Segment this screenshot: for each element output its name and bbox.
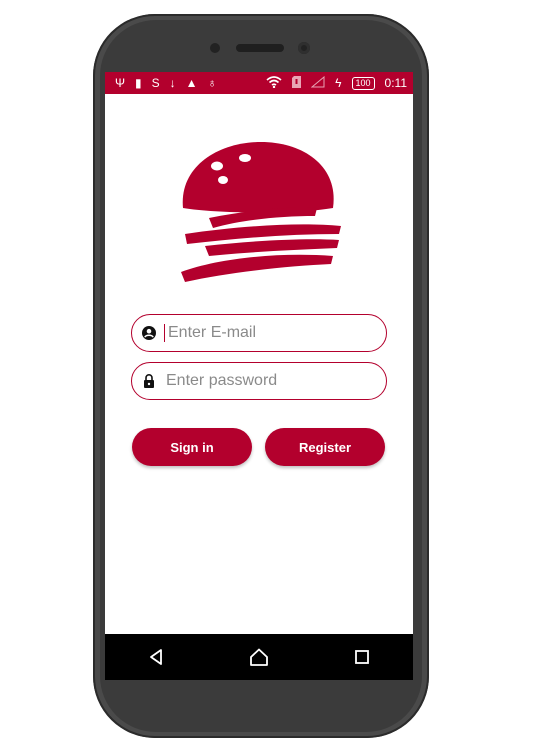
- user-icon: [142, 326, 156, 340]
- password-field[interactable]: [131, 362, 387, 400]
- usb-icon: Ψ: [115, 76, 126, 90]
- email-field[interactable]: [131, 314, 387, 352]
- navigation-bar: [105, 634, 413, 680]
- status-icons-left: Ψ ▮ S ↓ ▲ ♁: [105, 77, 217, 89]
- sensor-dot: [210, 43, 220, 53]
- warning-icon: ▲: [185, 76, 198, 90]
- charging-icon: ϟ: [335, 76, 342, 90]
- status-bar: Ψ ▮ S ↓ ▲ ♁ ϟ 100 0:11: [105, 72, 413, 94]
- android-icon: ♁: [207, 76, 217, 90]
- register-button[interactable]: Register: [265, 428, 385, 466]
- email-input[interactable]: [166, 323, 370, 343]
- sim-icon: [292, 76, 302, 90]
- status-icons-right: ϟ 100 0:11: [266, 75, 413, 90]
- front-camera: [298, 42, 310, 54]
- phone-icon: ▮: [135, 76, 142, 90]
- app-screen: Ψ ▮ S ↓ ▲ ♁ ϟ 100 0:11 Enter E-mail Sign…: [105, 72, 413, 680]
- sign-in-button[interactable]: Sign in: [132, 428, 252, 466]
- lock-icon: [142, 374, 156, 388]
- home-icon[interactable]: [239, 637, 279, 677]
- earpiece-speaker: [236, 44, 284, 52]
- back-icon[interactable]: [136, 637, 176, 677]
- download-icon: ↓: [169, 76, 176, 90]
- battery-indicator: 100: [351, 76, 375, 90]
- wifi-icon: [266, 76, 282, 90]
- burger-logo: [181, 142, 341, 282]
- text-cursor: [164, 324, 165, 342]
- recents-icon[interactable]: [342, 637, 382, 677]
- password-input[interactable]: [164, 371, 368, 391]
- status-time: 0:11: [384, 76, 407, 90]
- signal-icon: [310, 75, 325, 90]
- s-icon: S: [151, 76, 160, 90]
